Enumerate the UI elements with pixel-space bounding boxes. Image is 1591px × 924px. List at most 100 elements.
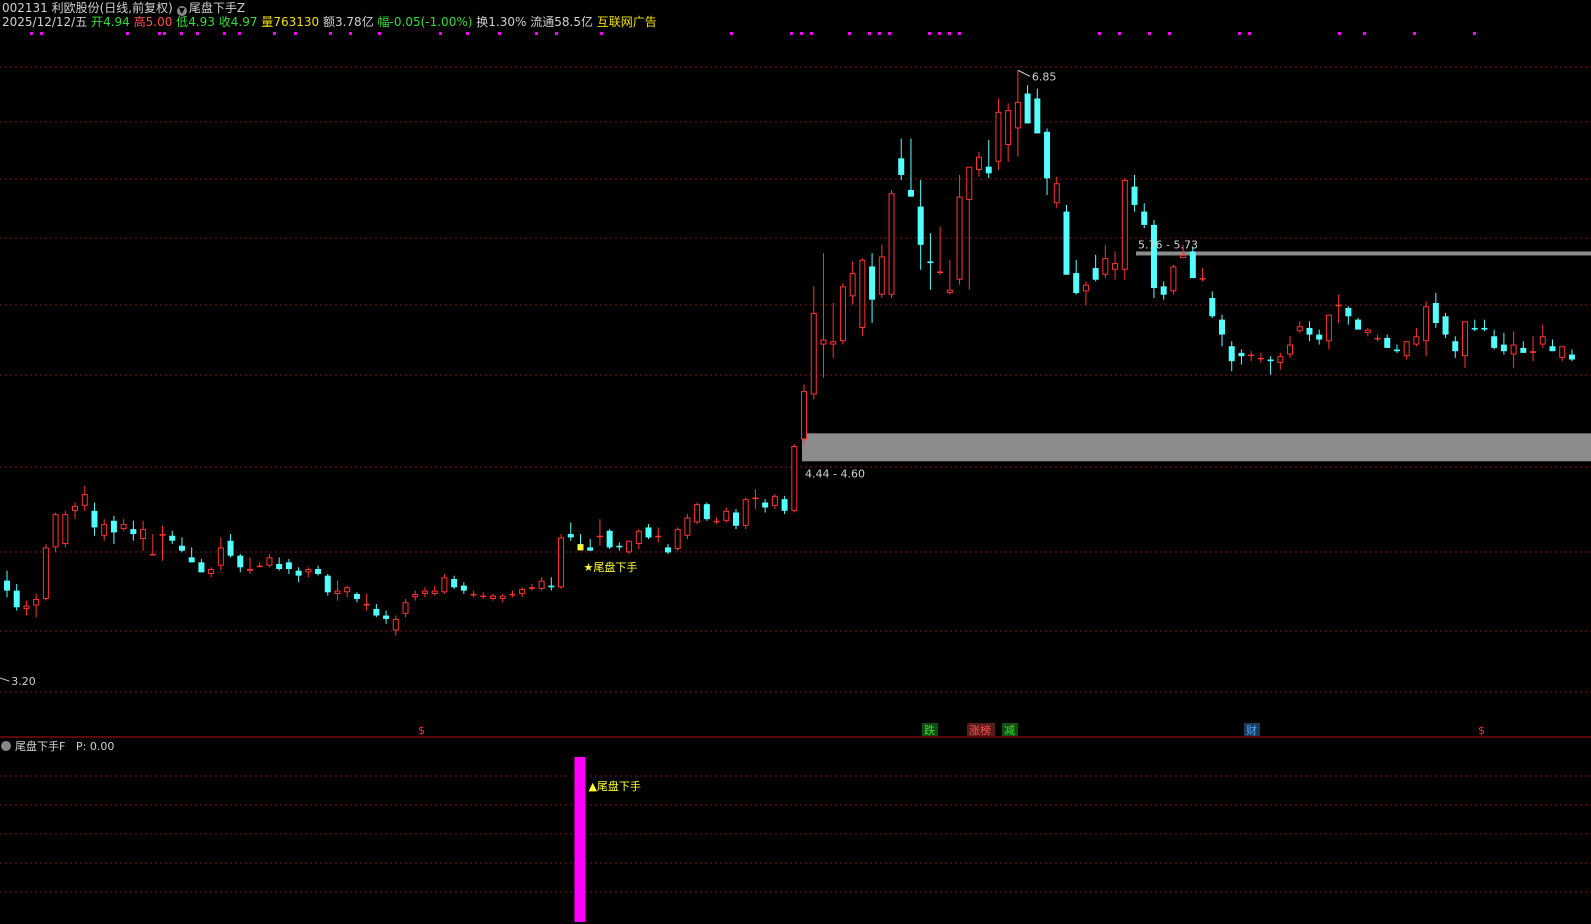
- candle-body: [217, 547, 224, 566]
- candle-body: [91, 510, 98, 528]
- event-dot: [928, 32, 931, 35]
- candlestick-chart[interactable]: 6.85 3.20 5.76 - 5.73 4.44 - 4.60 ★尾盘下手 …: [0, 0, 1591, 924]
- event-dot: [535, 32, 538, 35]
- event-dot: [948, 32, 951, 35]
- candle: [742, 497, 749, 530]
- candle: [363, 593, 370, 611]
- sub-panel-title[interactable]: 尾盘下手F: [15, 739, 65, 753]
- candle-body: [830, 341, 837, 345]
- candle-body: [412, 593, 419, 598]
- candle-body: [703, 504, 710, 520]
- candle-body: [1073, 273, 1080, 294]
- candle-body: [616, 545, 623, 548]
- candle-body: [1141, 211, 1148, 225]
- candle: [976, 151, 982, 177]
- event-dot: [1473, 32, 1476, 35]
- candle: [1102, 244, 1109, 279]
- candle: [645, 524, 652, 540]
- event-dot: [868, 32, 871, 35]
- candle-body: [169, 535, 176, 541]
- candle-body: [1102, 258, 1109, 275]
- candle: [188, 547, 195, 563]
- candle: [1219, 314, 1225, 347]
- event-dot: [273, 32, 276, 35]
- candle: [801, 384, 808, 445]
- candle: [344, 585, 351, 598]
- candle: [23, 600, 30, 616]
- candle-body: [13, 590, 20, 608]
- candle: [830, 303, 837, 358]
- candle-body: [23, 605, 30, 609]
- candle-body: [1063, 211, 1070, 275]
- candle-body: [441, 577, 448, 593]
- event-dot: [878, 32, 881, 35]
- candle-body: [869, 266, 876, 300]
- candle-body: [1287, 344, 1294, 355]
- candle-body: [1325, 314, 1332, 342]
- candle: [1248, 351, 1255, 362]
- candle: [927, 233, 934, 290]
- candle: [1442, 312, 1449, 338]
- zone-lower-band: [802, 433, 1591, 462]
- candle-body: [140, 529, 147, 540]
- candle-body: [917, 206, 924, 245]
- candle-body: [509, 593, 516, 596]
- candle: [1053, 176, 1060, 209]
- candle-body: [849, 273, 856, 297]
- candle: [1432, 293, 1439, 328]
- candle-body: [626, 540, 633, 553]
- candle-body: [1150, 224, 1157, 289]
- event-marker: 减: [1004, 724, 1015, 737]
- candle: [1539, 324, 1546, 348]
- candle: [1073, 259, 1080, 295]
- event-dot: [1148, 32, 1151, 35]
- candle-body: [1306, 327, 1313, 335]
- candle: [1296, 321, 1303, 333]
- candle-body: [762, 502, 769, 508]
- event-dot: [1363, 32, 1366, 35]
- candle: [859, 258, 866, 337]
- candle-body: [1520, 347, 1527, 353]
- candle: [1199, 268, 1206, 282]
- candle: [101, 519, 108, 541]
- event-dot: [938, 32, 941, 35]
- candle: [217, 537, 224, 571]
- candle-series: [0, 69, 1575, 682]
- candle: [52, 512, 59, 553]
- candle: [169, 530, 176, 545]
- candle: [1150, 219, 1157, 299]
- candle-body: [664, 547, 671, 553]
- candle: [752, 489, 759, 510]
- candle-body: [528, 587, 535, 589]
- zone-upper-label: 5.76 - 5.73: [1138, 238, 1198, 251]
- candle-body: [1112, 263, 1119, 270]
- candle-body: [421, 590, 428, 594]
- event-dot: [730, 32, 733, 35]
- candle-body: [859, 259, 866, 328]
- candle-body: [1014, 101, 1021, 129]
- candle: [402, 598, 409, 618]
- candle: [596, 519, 603, 546]
- candle: [1228, 341, 1235, 372]
- candle: [1530, 336, 1537, 362]
- chevron-down-icon[interactable]: [1, 741, 11, 751]
- candle: [733, 509, 739, 530]
- candle: [655, 527, 662, 543]
- candle: [81, 485, 88, 511]
- candle-body: [120, 524, 127, 530]
- candle: [1520, 341, 1527, 353]
- candle: [198, 559, 205, 573]
- candle-body: [480, 595, 487, 598]
- candle: [567, 522, 574, 541]
- candle-body: [178, 545, 185, 551]
- candle-body: [1491, 336, 1498, 348]
- candle-body: [110, 520, 117, 533]
- candle: [674, 527, 681, 551]
- candle: [849, 261, 856, 305]
- candle-body: [285, 562, 292, 569]
- candle-body: [324, 575, 331, 593]
- candle-body: [771, 495, 778, 506]
- candle-body: [810, 312, 817, 395]
- high-arrow: [1017, 69, 1031, 77]
- candle: [1481, 319, 1488, 332]
